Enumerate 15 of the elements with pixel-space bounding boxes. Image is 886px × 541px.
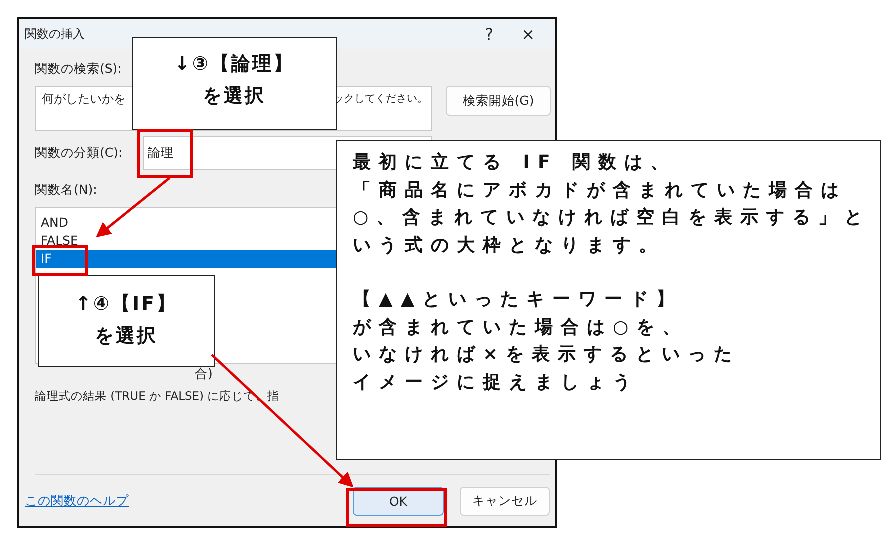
callout-text: 「商品名にアボカドが含まれていた場合は xyxy=(353,178,847,202)
function-name-label: 関数名(N): xyxy=(35,182,98,199)
search-label: 関数の検索(S): xyxy=(35,61,122,78)
window-title: 関数の挿入 xyxy=(25,26,86,42)
callout-text: を選択 xyxy=(95,324,158,349)
callout-text: を選択 xyxy=(203,84,266,109)
callout-text: 【▲▲といったキーワード】 xyxy=(353,288,683,312)
callout-text: が含まれていた場合は○を、 xyxy=(353,316,689,340)
syntax-text: 合) xyxy=(195,366,213,383)
callout-text: いなければ×を表示するといった xyxy=(353,343,740,367)
callout-text: ↑④【IF】 xyxy=(75,292,178,317)
callout-text: ↓③【論理】 xyxy=(174,52,294,77)
callout-text: ○、含まれていなければ空白を表示する」と xyxy=(353,206,871,230)
callout-text: イメージに捉えましょう xyxy=(353,370,639,394)
category-label: 関数の分類(C): xyxy=(35,144,124,162)
